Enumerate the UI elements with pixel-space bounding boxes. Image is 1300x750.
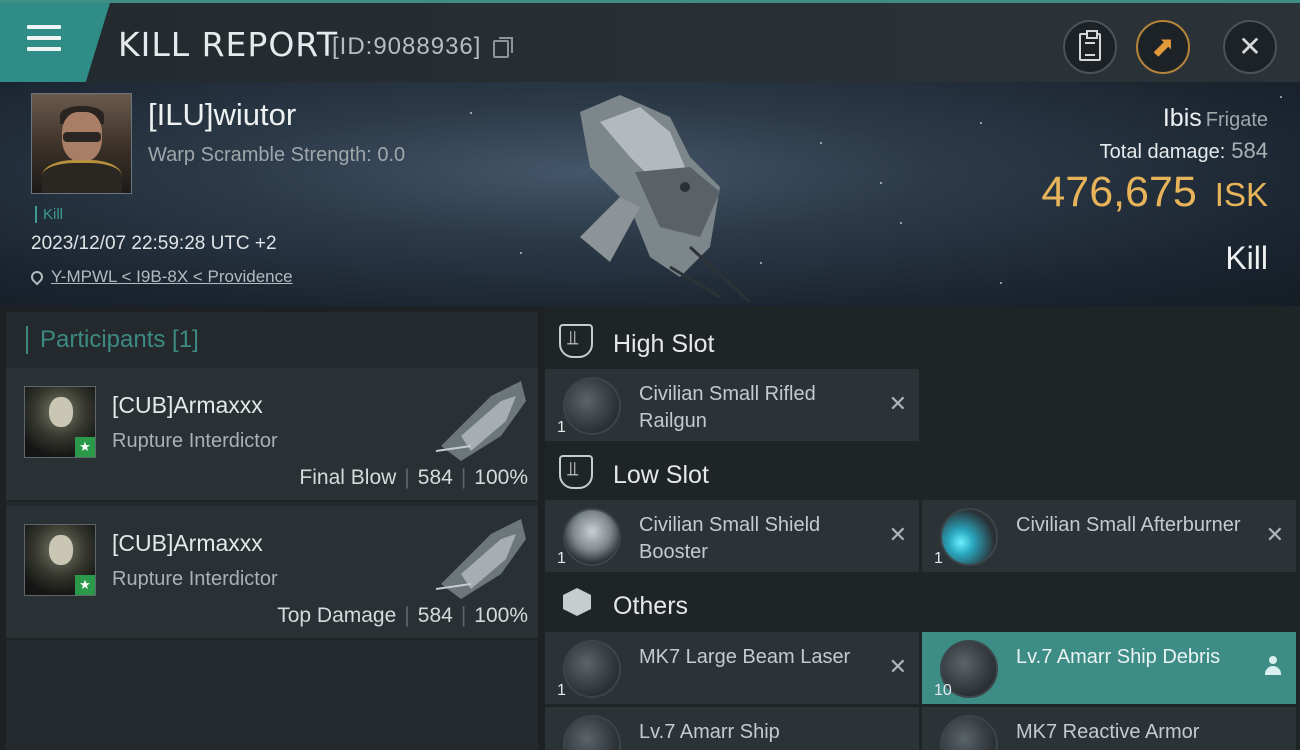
participants-panel: Participants [1] ★ [CUB]Armaxxx Rupture …	[6, 312, 538, 750]
export-button[interactable]: ⬈	[1136, 20, 1190, 74]
module-item[interactable]: 1 Civilian Small Rifled Railgun ✕	[545, 369, 919, 441]
participants-title: Participants [1]	[26, 326, 199, 354]
participant-role: Final Blow	[299, 466, 397, 489]
module-name: Civilian Small Shield Booster	[639, 514, 821, 563]
menu-icon	[27, 25, 61, 55]
export-icon: ⬈	[1151, 31, 1175, 62]
victim-avatar[interactable]	[31, 93, 132, 194]
module-quantity: 1	[557, 419, 566, 436]
high-slot-icon	[559, 324, 593, 358]
total-damage-value: 584	[1231, 138, 1268, 163]
kill-datetime: 2023/12/07 22:59:28 UTC +2	[31, 233, 277, 254]
ship-name: Ibis Frigate	[1162, 104, 1268, 132]
participant-row[interactable]: ★ [CUB]Armaxxx Rupture Interdictor Final…	[6, 368, 538, 502]
module-item[interactable]: 1 MK7 Large Beam Laser ✕	[545, 632, 919, 704]
top-bar: KILL REPORT [ID:9088936] ⬈ ✕	[0, 0, 1300, 82]
module-item[interactable]: 1 Civilian Small Afterburner ✕	[922, 500, 1296, 572]
module-icon	[940, 715, 998, 750]
location-pin-icon	[28, 268, 46, 286]
person-icon	[1264, 656, 1282, 676]
high-slot-label: High Slot	[613, 330, 715, 358]
participant-row[interactable]: ★ [CUB]Armaxxx Rupture Interdictor Top D…	[6, 506, 538, 640]
module-quantity: 1	[557, 550, 566, 567]
victim-banner: [ILU]wiutor Warp Scramble Strength: 0.0 …	[0, 82, 1300, 306]
participant-percent: 100%	[474, 466, 528, 489]
isk-value: 476,675 ISK	[1041, 168, 1268, 216]
module-name: Lv.7 Amarr Ship	[639, 721, 780, 743]
participant-damage: 584	[417, 604, 453, 627]
isk-unit: ISK	[1214, 176, 1268, 213]
kill-tag: Kill	[35, 206, 63, 223]
copy-icon[interactable]	[493, 37, 513, 58]
participant-stats: Final Blow | 584 | 100%	[299, 466, 528, 489]
participant-avatar: ★	[24, 524, 96, 596]
remove-icon: ✕	[888, 391, 907, 416]
victim-ship-image	[580, 95, 752, 302]
module-quantity: 1	[934, 550, 943, 567]
module-name: MK7 Reactive Armor	[1016, 721, 1200, 743]
low-slot-header: Low Slot	[545, 445, 1300, 501]
module-icon	[563, 715, 621, 750]
module-name: Civilian Small Rifled Railgun	[639, 383, 816, 432]
star-icon: ★	[75, 575, 95, 595]
participant-ship: Rupture Interdictor	[112, 568, 278, 590]
total-damage: Total damage: 584	[1099, 138, 1268, 163]
page-title: KILL REPORT	[118, 25, 338, 64]
ship-class: Frigate	[1205, 109, 1268, 131]
module-icon	[563, 640, 621, 698]
clipboard-button[interactable]	[1063, 20, 1117, 74]
others-cube-icon	[563, 588, 591, 616]
close-button[interactable]: ✕	[1223, 20, 1277, 74]
victim-name[interactable]: [ILU]wiutor	[148, 97, 296, 133]
participant-name: [CUB]Armaxxx	[112, 530, 263, 556]
module-icon	[940, 508, 998, 566]
remove-icon: ✕	[888, 522, 907, 547]
close-icon: ✕	[1238, 31, 1262, 62]
remove-icon: ✕	[1265, 522, 1284, 547]
report-id: [ID:9088936]	[332, 33, 482, 60]
clipboard-icon	[1079, 30, 1101, 61]
fitting-panel: High Slot 1 Civilian Small Rifled Railgu…	[545, 306, 1300, 750]
participant-percent: 100%	[474, 604, 528, 627]
module-icon	[563, 377, 621, 435]
location-link[interactable]: Y-MPWL < I9B-8X < Providence	[51, 267, 293, 286]
participant-stats: Top Damage | 584 | 100%	[277, 604, 528, 627]
participant-ship-image	[435, 519, 526, 599]
module-item[interactable]: 10 Lv.7 Amarr Ship Debris	[922, 632, 1296, 704]
participant-damage: 584	[417, 466, 453, 489]
module-quantity: 10	[934, 682, 952, 699]
kill-location[interactable]: Y-MPWL < I9B-8X < Providence	[28, 267, 293, 287]
star-icon: ★	[75, 437, 95, 457]
module-name: MK7 Large Beam Laser	[639, 646, 851, 668]
others-header: Others	[545, 576, 1300, 632]
low-slot-icon	[559, 455, 593, 489]
module-item[interactable]: MK7 Reactive Armor	[922, 707, 1296, 750]
remove-icon: ✕	[888, 654, 907, 679]
low-slot-label: Low Slot	[613, 461, 709, 489]
participant-name: [CUB]Armaxxx	[112, 392, 263, 418]
module-item[interactable]: Lv.7 Amarr Ship	[545, 707, 919, 750]
others-label: Others	[613, 592, 689, 620]
module-quantity: 1	[557, 682, 566, 699]
participant-avatar: ★	[24, 386, 96, 458]
menu-button[interactable]	[0, 3, 110, 82]
high-slot-header: High Slot	[545, 314, 1300, 370]
participant-ship-image	[435, 381, 526, 461]
warp-scramble-strength: Warp Scramble Strength: 0.0	[148, 144, 406, 166]
module-name: Civilian Small Afterburner	[1016, 514, 1241, 536]
participant-ship: Rupture Interdictor	[112, 430, 278, 452]
participant-role: Top Damage	[277, 604, 397, 627]
module-icon	[563, 508, 621, 566]
module-name: Lv.7 Amarr Ship Debris	[1016, 646, 1221, 668]
result-label: Kill	[1225, 240, 1268, 276]
module-item[interactable]: 1 Civilian Small Shield Booster ✕	[545, 500, 919, 572]
